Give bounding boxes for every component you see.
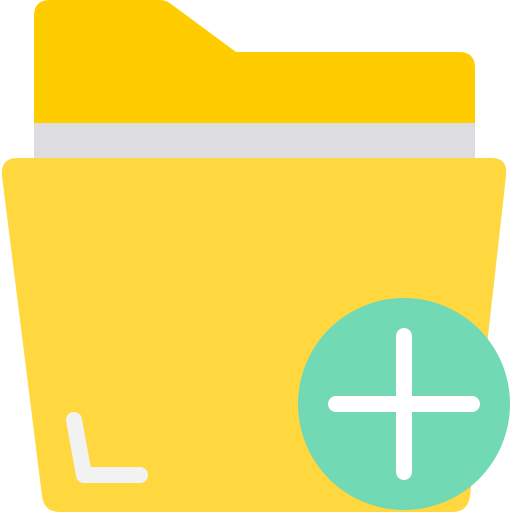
add-folder-icon bbox=[0, 0, 512, 512]
add-folder-graphic bbox=[1, 0, 510, 512]
